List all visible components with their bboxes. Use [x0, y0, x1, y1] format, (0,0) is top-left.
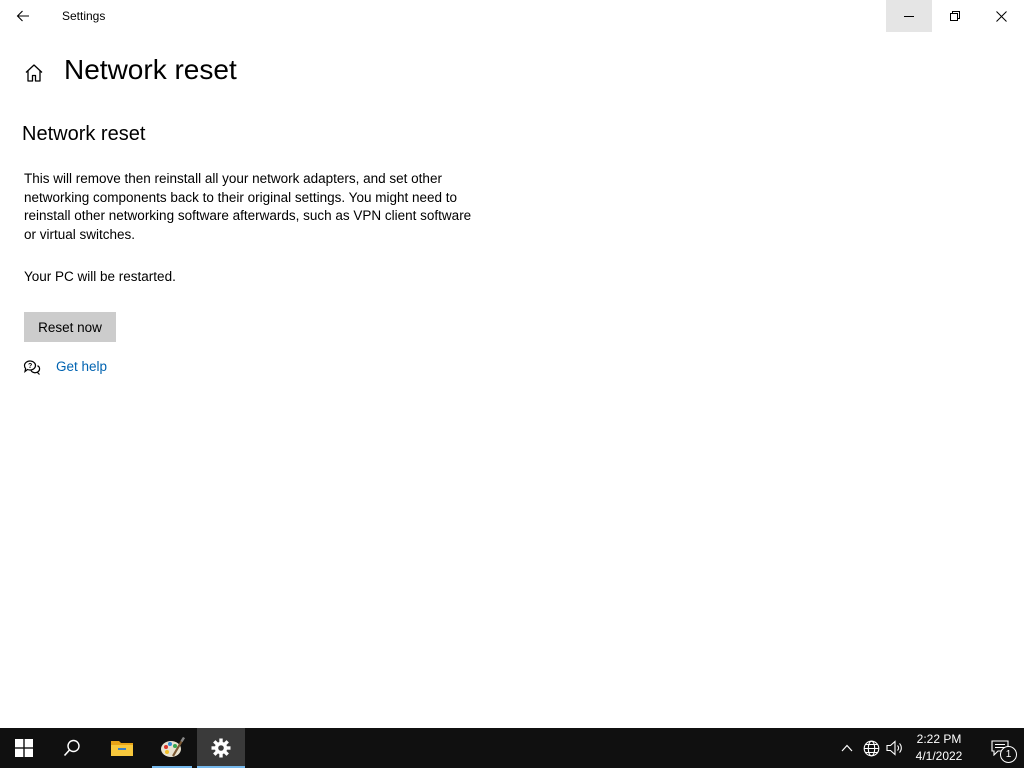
settings-window: Settings Network reset Network reset Thi…: [0, 0, 1024, 728]
home-button[interactable]: [22, 61, 46, 85]
system-clock[interactable]: 2:22 PM 4/1/2022: [906, 731, 972, 765]
windows-logo-icon: [15, 739, 33, 757]
chevron-up-icon: [841, 744, 853, 752]
file-explorer-icon: [111, 741, 133, 756]
globe-network-icon: [863, 740, 879, 756]
back-arrow-icon: [16, 10, 29, 22]
app-title: Settings: [62, 9, 106, 23]
restore-button[interactable]: [932, 0, 978, 32]
file-explorer-button[interactable]: [98, 728, 146, 768]
clock-date: 4/1/2022: [915, 749, 963, 763]
volume-tray-button[interactable]: [883, 728, 907, 768]
paint-button[interactable]: [148, 728, 196, 768]
notification-count-badge: 1: [1000, 746, 1017, 763]
paint-icon: [161, 736, 185, 757]
settings-taskbar-button[interactable]: [197, 728, 245, 768]
minimize-icon: [904, 16, 914, 17]
close-button[interactable]: [978, 0, 1024, 32]
title-bar: Settings: [0, 0, 1024, 32]
reset-now-button[interactable]: Reset now: [24, 312, 116, 342]
settings-icon: [211, 738, 231, 758]
search-icon: [63, 739, 80, 757]
show-hidden-icons-button[interactable]: [835, 728, 859, 768]
start-button[interactable]: [0, 728, 48, 768]
minimize-button[interactable]: [886, 0, 932, 32]
description-text: This will remove then reinstall all your…: [24, 171, 472, 242]
network-tray-button[interactable]: [859, 728, 883, 768]
action-center-button[interactable]: 1: [976, 728, 1024, 768]
speaker-volume-icon: [886, 740, 902, 756]
back-button[interactable]: [0, 0, 46, 32]
restart-note: Your PC will be restarted.: [24, 269, 176, 284]
page-title: Network reset: [64, 54, 237, 85]
clock-time: 2:22 PM: [916, 732, 962, 746]
get-help-icon: ?: [23, 360, 41, 375]
section-title: Network reset: [22, 123, 146, 145]
home-icon: [25, 64, 43, 82]
svg-text:?: ?: [28, 363, 32, 370]
taskbar: 2:22 PM 4/1/2022 1: [0, 728, 1024, 768]
close-icon: [995, 10, 1007, 22]
get-help-link[interactable]: Get help: [56, 359, 107, 374]
search-button[interactable]: [48, 728, 96, 768]
restore-icon: [950, 11, 960, 21]
